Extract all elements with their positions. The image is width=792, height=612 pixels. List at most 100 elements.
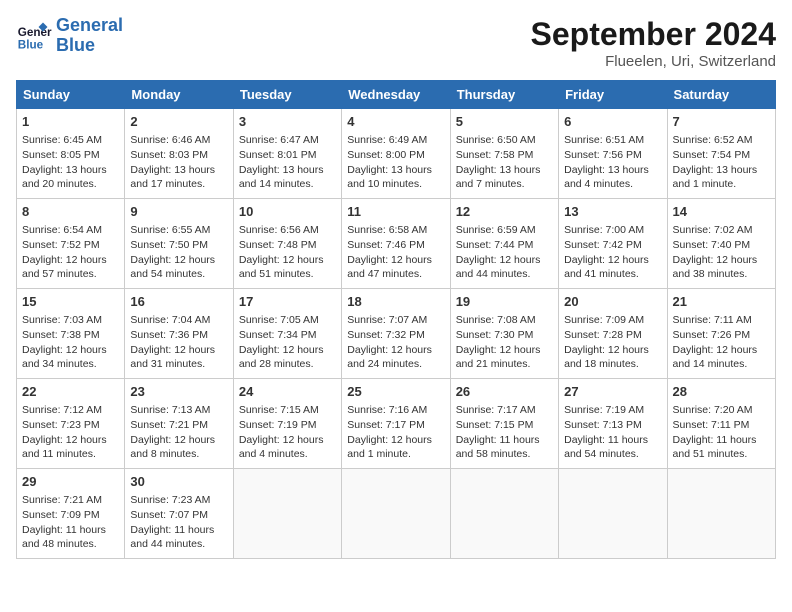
day-info: Sunrise: 6:58 AMSunset: 7:46 PMDaylight:… [347,223,444,282]
day-info: Sunrise: 7:04 AMSunset: 7:36 PMDaylight:… [130,313,227,372]
calendar-cell: 2 Sunrise: 6:46 AMSunset: 8:03 PMDaylight… [125,109,233,199]
calendar-table: SundayMondayTuesdayWednesdayThursdayFrid… [16,80,776,559]
logo-icon: General Blue [16,18,52,54]
day-info: Sunrise: 6:46 AMSunset: 8:03 PMDaylight:… [130,133,227,192]
day-info: Sunrise: 7:17 AMSunset: 7:15 PMDaylight:… [456,403,553,462]
day-number: 8 [22,203,119,221]
calendar-cell [450,469,558,559]
day-info: Sunrise: 7:16 AMSunset: 7:17 PMDaylight:… [347,403,444,462]
day-info: Sunrise: 7:09 AMSunset: 7:28 PMDaylight:… [564,313,661,372]
calendar-cell: 22Sunrise: 7:12 AMSunset: 7:23 PMDayligh… [17,379,125,469]
calendar-cell: 1 Sunrise: 6:45 AMSunset: 8:05 PMDaylight… [17,109,125,199]
day-number: 22 [22,383,119,401]
day-info: Sunrise: 6:59 AMSunset: 7:44 PMDaylight:… [456,223,553,282]
calendar-cell: 11 Sunrise: 6:58 AMSunset: 7:46 PMDayligh… [342,199,450,289]
calendar-cell [233,469,341,559]
day-info: Sunrise: 7:21 AMSunset: 7:09 PMDaylight:… [22,493,119,552]
day-number: 5 [456,113,553,131]
calendar-cell: 26Sunrise: 7:17 AMSunset: 7:15 PMDayligh… [450,379,558,469]
day-number: 21 [673,293,770,311]
week-row-5: 29 Sunrise: 7:21 AMSunset: 7:09 PMDayligh… [17,469,776,559]
day-info: Sunrise: 7:15 AMSunset: 7:19 PMDaylight:… [239,403,336,462]
svg-text:Blue: Blue [18,38,44,51]
location-subtitle: Flueelen, Uri, Switzerland [531,53,776,70]
week-row-1: 1 Sunrise: 6:45 AMSunset: 8:05 PMDaylight… [17,109,776,199]
calendar-cell: 25 Sunrise: 7:16 AMSunset: 7:17 PMDayligh… [342,379,450,469]
svg-text:General: General [18,26,52,39]
day-number: 29 [22,473,119,491]
day-number: 23 [130,383,227,401]
calendar-cell [667,469,775,559]
calendar-cell: 5 Sunrise: 6:50 AMSunset: 7:58 PMDaylight… [450,109,558,199]
day-number: 25 [347,383,444,401]
day-number: 19 [456,293,553,311]
calendar-cell: 15 Sunrise: 7:03 AMSunset: 7:38 PMDayligh… [17,289,125,379]
day-info: Sunrise: 7:03 AMSunset: 7:38 PMDaylight:… [22,313,119,372]
title-block: September 2024 Flueelen, Uri, Switzerlan… [531,16,776,70]
day-info: Sunrise: 6:55 AMSunset: 7:50 PMDaylight:… [130,223,227,282]
day-number: 13 [564,203,661,221]
calendar-cell: 8 Sunrise: 6:54 AMSunset: 7:52 PMDaylight… [17,199,125,289]
day-number: 17 [239,293,336,311]
days-header-row: SundayMondayTuesdayWednesdayThursdayFrid… [17,81,776,109]
day-info: Sunrise: 6:52 AMSunset: 7:54 PMDaylight:… [673,133,770,192]
day-header-friday: Friday [559,81,667,109]
day-number: 15 [22,293,119,311]
calendar-cell: 14Sunrise: 7:02 AMSunset: 7:40 PMDayligh… [667,199,775,289]
day-info: Sunrise: 6:50 AMSunset: 7:58 PMDaylight:… [456,133,553,192]
day-header-sunday: Sunday [17,81,125,109]
calendar-cell [342,469,450,559]
day-number: 1 [22,113,119,131]
calendar-cell: 9Sunrise: 6:55 AMSunset: 7:50 PMDaylight… [125,199,233,289]
calendar-cell: 7Sunrise: 6:52 AMSunset: 7:54 PMDaylight… [667,109,775,199]
day-number: 2 [130,113,227,131]
calendar-cell: 19 Sunrise: 7:08 AMSunset: 7:30 PMDayligh… [450,289,558,379]
day-info: Sunrise: 7:07 AMSunset: 7:32 PMDaylight:… [347,313,444,372]
calendar-cell: 12 Sunrise: 6:59 AMSunset: 7:44 PMDayligh… [450,199,558,289]
day-number: 24 [239,383,336,401]
day-info: Sunrise: 6:45 AMSunset: 8:05 PMDaylight:… [22,133,119,192]
week-row-2: 8 Sunrise: 6:54 AMSunset: 7:52 PMDaylight… [17,199,776,289]
day-number: 18 [347,293,444,311]
calendar-cell: 18 Sunrise: 7:07 AMSunset: 7:32 PMDayligh… [342,289,450,379]
day-number: 11 [347,203,444,221]
page-header: General Blue GeneralBlue September 2024 … [16,16,776,70]
calendar-cell: 17 Sunrise: 7:05 AMSunset: 7:34 PMDayligh… [233,289,341,379]
day-header-tuesday: Tuesday [233,81,341,109]
day-number: 6 [564,113,661,131]
day-info: Sunrise: 7:08 AMSunset: 7:30 PMDaylight:… [456,313,553,372]
day-info: Sunrise: 6:54 AMSunset: 7:52 PMDaylight:… [22,223,119,282]
day-header-monday: Monday [125,81,233,109]
calendar-cell [559,469,667,559]
day-number: 4 [347,113,444,131]
calendar-cell: 20 Sunrise: 7:09 AMSunset: 7:28 PMDayligh… [559,289,667,379]
month-title: September 2024 [531,16,776,53]
calendar-cell: 3 Sunrise: 6:47 AMSunset: 8:01 PMDaylight… [233,109,341,199]
day-header-saturday: Saturday [667,81,775,109]
calendar-cell: 28Sunrise: 7:20 AMSunset: 7:11 PMDayligh… [667,379,775,469]
day-info: Sunrise: 6:47 AMSunset: 8:01 PMDaylight:… [239,133,336,192]
calendar-cell: 13 Sunrise: 7:00 AMSunset: 7:42 PMDayligh… [559,199,667,289]
day-info: Sunrise: 7:02 AMSunset: 7:40 PMDaylight:… [673,223,770,282]
day-number: 10 [239,203,336,221]
calendar-cell: 24 Sunrise: 7:15 AMSunset: 7:19 PMDayligh… [233,379,341,469]
day-info: Sunrise: 7:11 AMSunset: 7:26 PMDaylight:… [673,313,770,372]
calendar-cell: 4 Sunrise: 6:49 AMSunset: 8:00 PMDaylight… [342,109,450,199]
day-number: 12 [456,203,553,221]
day-number: 30 [130,473,227,491]
day-info: Sunrise: 7:05 AMSunset: 7:34 PMDaylight:… [239,313,336,372]
day-number: 27 [564,383,661,401]
day-info: Sunrise: 7:00 AMSunset: 7:42 PMDaylight:… [564,223,661,282]
calendar-cell: 30 Sunrise: 7:23 AMSunset: 7:07 PMDayligh… [125,469,233,559]
week-row-3: 15 Sunrise: 7:03 AMSunset: 7:38 PMDayligh… [17,289,776,379]
day-info: Sunrise: 7:23 AMSunset: 7:07 PMDaylight:… [130,493,227,552]
day-number: 20 [564,293,661,311]
calendar-cell: 29 Sunrise: 7:21 AMSunset: 7:09 PMDayligh… [17,469,125,559]
day-info: Sunrise: 6:51 AMSunset: 7:56 PMDaylight:… [564,133,661,192]
day-info: Sunrise: 6:49 AMSunset: 8:00 PMDaylight:… [347,133,444,192]
calendar-cell: 6 Sunrise: 6:51 AMSunset: 7:56 PMDaylight… [559,109,667,199]
calendar-cell: 21 Sunrise: 7:11 AMSunset: 7:26 PMDayligh… [667,289,775,379]
logo-text: GeneralBlue [56,16,123,56]
week-row-4: 22Sunrise: 7:12 AMSunset: 7:23 PMDayligh… [17,379,776,469]
day-number: 3 [239,113,336,131]
